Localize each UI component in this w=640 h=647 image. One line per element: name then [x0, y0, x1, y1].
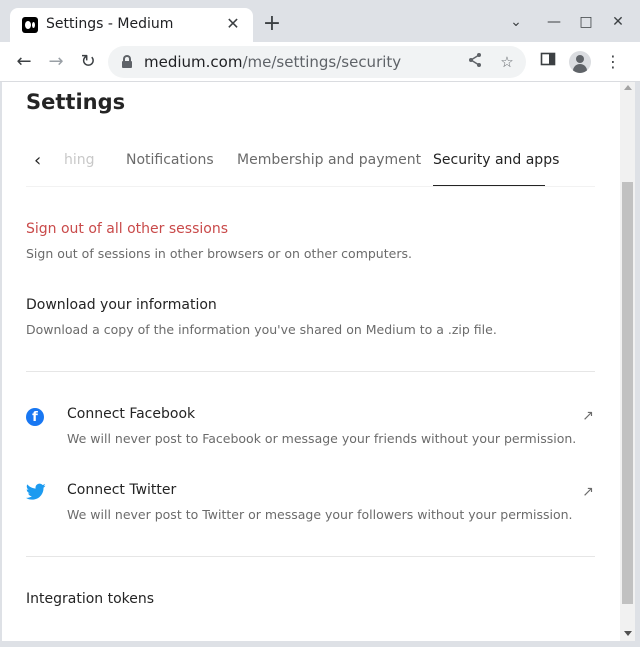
back-icon[interactable]: ←: [12, 50, 36, 74]
browser-tab[interactable]: Settings - Medium ✕: [10, 8, 253, 42]
chevron-left-icon[interactable]: ‹: [34, 150, 48, 172]
tab-search-icon[interactable]: ⌄: [506, 12, 526, 32]
url-text[interactable]: medium.com/me/settings/security: [144, 53, 401, 71]
browser-toolbar: ← → ↻ medium.com/me/settings/security ☆ …: [0, 42, 640, 82]
side-panel-icon[interactable]: [537, 51, 559, 73]
star-icon[interactable]: ☆: [497, 52, 517, 72]
section-divider: [26, 556, 595, 557]
profile-avatar-icon[interactable]: [569, 51, 591, 73]
download-info-desc: Download a copy of the information you'v…: [26, 322, 497, 337]
sign-out-sessions-desc: Sign out of sessions in other browsers o…: [26, 246, 412, 261]
tab-membership-payment[interactable]: Membership and payment: [237, 152, 421, 168]
tab-strip: Settings - Medium ✕ + ⌄ — □ ✕: [0, 0, 640, 42]
scroll-thumb[interactable]: [622, 182, 633, 604]
integration-tokens-link[interactable]: Integration tokens: [26, 591, 154, 607]
tab-close-icon[interactable]: ✕: [223, 14, 243, 34]
maximize-icon[interactable]: □: [576, 12, 596, 32]
tab-title: Settings - Medium: [46, 16, 174, 32]
tab-notifications[interactable]: Notifications: [126, 152, 214, 168]
active-tab-underline: [433, 185, 545, 186]
scroll-up-arrow-icon[interactable]: [624, 85, 632, 90]
connect-twitter-link[interactable]: Connect Twitter: [67, 482, 176, 498]
external-link-arrow-icon[interactable]: ↗: [580, 484, 596, 500]
lock-icon[interactable]: [122, 55, 132, 68]
external-link-arrow-icon[interactable]: ↗: [580, 408, 596, 424]
download-info-link[interactable]: Download your information: [26, 297, 217, 313]
kebab-menu-icon[interactable]: ⋮: [602, 51, 624, 73]
page-title: Settings: [26, 90, 126, 114]
section-divider: [26, 371, 595, 372]
connect-facebook-desc: We will never post to Facebook or messag…: [67, 431, 577, 446]
connect-facebook-link[interactable]: Connect Facebook: [67, 406, 195, 422]
settings-tabs: ‹ hing Notifications Membership and paym…: [26, 140, 595, 187]
facebook-icon: f: [26, 408, 48, 430]
twitter-icon: [25, 483, 48, 505]
address-bar[interactable]: medium.com/me/settings/security ☆: [108, 46, 526, 78]
connect-twitter-desc: We will never post to Twitter or message…: [67, 507, 573, 522]
browser-window: Settings - Medium ✕ + ⌄ — □ ✕ ← → ↻ medi…: [0, 0, 640, 647]
tab-publishing[interactable]: hing: [64, 152, 95, 168]
window-bottom-edge: [0, 641, 640, 647]
tab-security-apps[interactable]: Security and apps: [433, 152, 559, 168]
sign-out-sessions-link[interactable]: Sign out of all other sessions: [26, 221, 228, 237]
minimize-icon[interactable]: —: [544, 12, 564, 32]
new-tab-button[interactable]: +: [261, 13, 283, 35]
reload-icon[interactable]: ↻: [76, 50, 100, 74]
page-scrollbar[interactable]: [620, 82, 635, 641]
share-icon[interactable]: [465, 52, 485, 72]
close-window-icon[interactable]: ✕: [608, 12, 628, 32]
page-viewport: Settings ‹ hing Notifications Membership…: [2, 82, 620, 641]
scroll-down-arrow-icon[interactable]: [624, 631, 632, 636]
medium-favicon-icon: [22, 17, 38, 33]
forward-icon[interactable]: →: [44, 50, 68, 74]
